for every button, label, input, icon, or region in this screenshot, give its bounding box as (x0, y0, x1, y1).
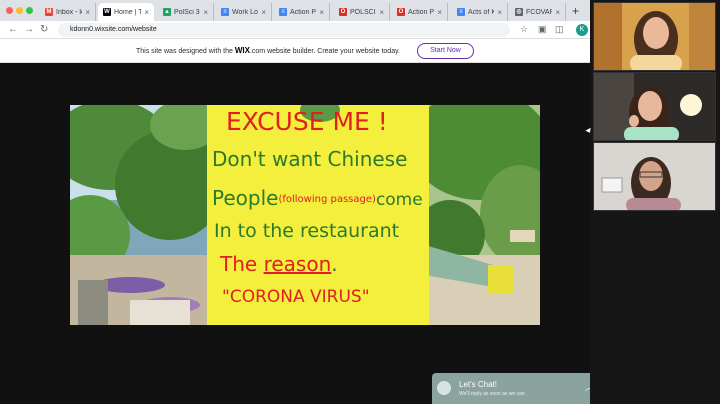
wix-banner-text: This site was designed with the WIX.com … (136, 46, 400, 55)
reload-icon[interactable]: ↻ (40, 24, 48, 36)
participant-video-3[interactable] (593, 142, 716, 211)
participant-2-image (594, 73, 715, 140)
tab-title: Home | T (114, 8, 142, 16)
profile-avatar[interactable]: K (576, 24, 588, 36)
restaurant-sign-photo: EXCUSE ME ! Don't want Chinese People(fo… (70, 105, 540, 325)
tab-title: Action P (408, 8, 435, 16)
tab-title: POLSCI 3 (350, 8, 376, 16)
browser-tab[interactable]: ▲PolSci 31× (158, 3, 214, 21)
close-tab-icon[interactable]: × (203, 8, 208, 17)
forward-icon[interactable]: → (24, 24, 34, 36)
browser-tab[interactable]: O Action P × (392, 3, 448, 21)
participant-1-image (594, 3, 715, 70)
back-icon[interactable]: ← (8, 24, 18, 36)
opera-icon: O (339, 8, 347, 16)
browser-tab[interactable]: ≡ Work Lo × (216, 3, 272, 21)
extension-icon[interactable]: ▣ (538, 24, 547, 35)
sign-line-3-word: People (212, 186, 279, 210)
sign-line-4: In to the restaurant (214, 220, 400, 242)
browser-window: MInbox - k×WHome | T×▲PolSci 31×≡Work Lo… (0, 0, 600, 404)
browser-tab[interactable]: ◎ FCOVAP × (510, 3, 566, 21)
wix-banner: This site was designed with the WIX.com … (0, 39, 590, 63)
participant-video-1[interactable] (593, 2, 716, 71)
close-window-button[interactable] (6, 7, 13, 14)
close-tab-icon[interactable]: × (555, 8, 560, 17)
browser-tab[interactable]: M Inbox - k × (40, 3, 96, 21)
sign-line-3-end: come (375, 190, 423, 210)
extension-icon-2[interactable]: ◫ (555, 24, 564, 35)
docs-icon: ≡ (221, 8, 229, 16)
close-tab-icon[interactable]: × (144, 8, 149, 17)
sign-line-3-paren: (following passage) (278, 194, 376, 205)
address-bar[interactable]: kdonn0.wixsite.com/website (58, 23, 510, 37)
close-tab-icon[interactable]: × (319, 8, 324, 17)
sign-line-5-c: . (331, 252, 338, 276)
tab-title: Inbox - k (56, 8, 83, 16)
sign-line-2: Don't want Chinese (212, 147, 408, 171)
opera-icon: O (397, 8, 405, 16)
start-now-button[interactable]: Start Now (417, 43, 474, 59)
minimize-window-button[interactable] (16, 7, 23, 14)
tab-title: Action P (290, 8, 317, 16)
sign-line-1: EXCUSE ME ! (226, 107, 388, 136)
sign-line-5: The reason. (220, 252, 338, 276)
close-tab-icon[interactable]: × (261, 8, 266, 17)
sign-line-6: "CORONA VIRUS" (222, 287, 370, 307)
sign-line-3-inner: following passage (282, 194, 373, 205)
browser-tab[interactable]: ≡ Action P × (274, 3, 330, 21)
close-tab-icon[interactable]: × (379, 8, 384, 17)
video-call-panel (590, 0, 720, 404)
close-tab-icon[interactable]: × (85, 8, 90, 17)
browser-tab[interactable]: W Home | T × (98, 3, 154, 21)
docs-icon: ≡ (279, 8, 287, 16)
chat-widget[interactable]: Let's Chat! We'll reply as soon as we ca… (432, 373, 600, 404)
wix-logo-text: WIX (234, 46, 250, 55)
browser-tab[interactable]: OPOLSCI 3× (334, 3, 390, 21)
docs-icon: ≡ (457, 8, 465, 16)
bookmark-star-icon[interactable]: ☆ (520, 24, 528, 35)
tab-title: PolSci 31 (174, 8, 200, 16)
wix-icon: W (103, 8, 111, 16)
chat-subtitle: We'll reply as soon as we can (459, 391, 525, 397)
wix-banner-text-after: .com website builder. Create your websit… (249, 48, 401, 55)
tab-strip: MInbox - k×WHome | T×▲PolSci 31×≡Work Lo… (0, 0, 590, 21)
tab-title: Work Lo (232, 8, 258, 16)
chat-bubble-icon (437, 381, 451, 395)
browser-tab[interactable]: ≡ Acts of K × (452, 3, 508, 21)
maximize-window-button[interactable] (26, 7, 33, 14)
browser-toolbar: ← → ↻ kdonn0.wixsite.com/website ☆ ▣ ◫ K (0, 21, 590, 39)
sign-line-5-a: The (220, 252, 258, 276)
url-text: kdonn0.wixsite.com/website (70, 26, 157, 33)
new-tab-button[interactable]: + (572, 4, 579, 18)
tab-title: Acts of K (468, 8, 495, 16)
globe-icon: ◎ (515, 8, 523, 16)
sign-line-3: People(following passage)come (212, 186, 423, 210)
participant-video-2[interactable] (593, 72, 716, 141)
sign-line-5-b: reason (263, 252, 332, 276)
tab-title: FCOVAP (526, 8, 553, 16)
drive-icon: ▲ (163, 8, 171, 16)
close-tab-icon[interactable]: × (497, 8, 502, 17)
wix-banner-text-before: This site was designed with the (136, 48, 233, 55)
participant-3-image (594, 143, 715, 210)
screen: MInbox - k×WHome | T×▲PolSci 31×≡Work Lo… (0, 0, 720, 404)
chat-title: Let's Chat! (459, 380, 497, 389)
close-tab-icon[interactable]: × (437, 8, 442, 17)
gmail-icon: M (45, 8, 53, 16)
